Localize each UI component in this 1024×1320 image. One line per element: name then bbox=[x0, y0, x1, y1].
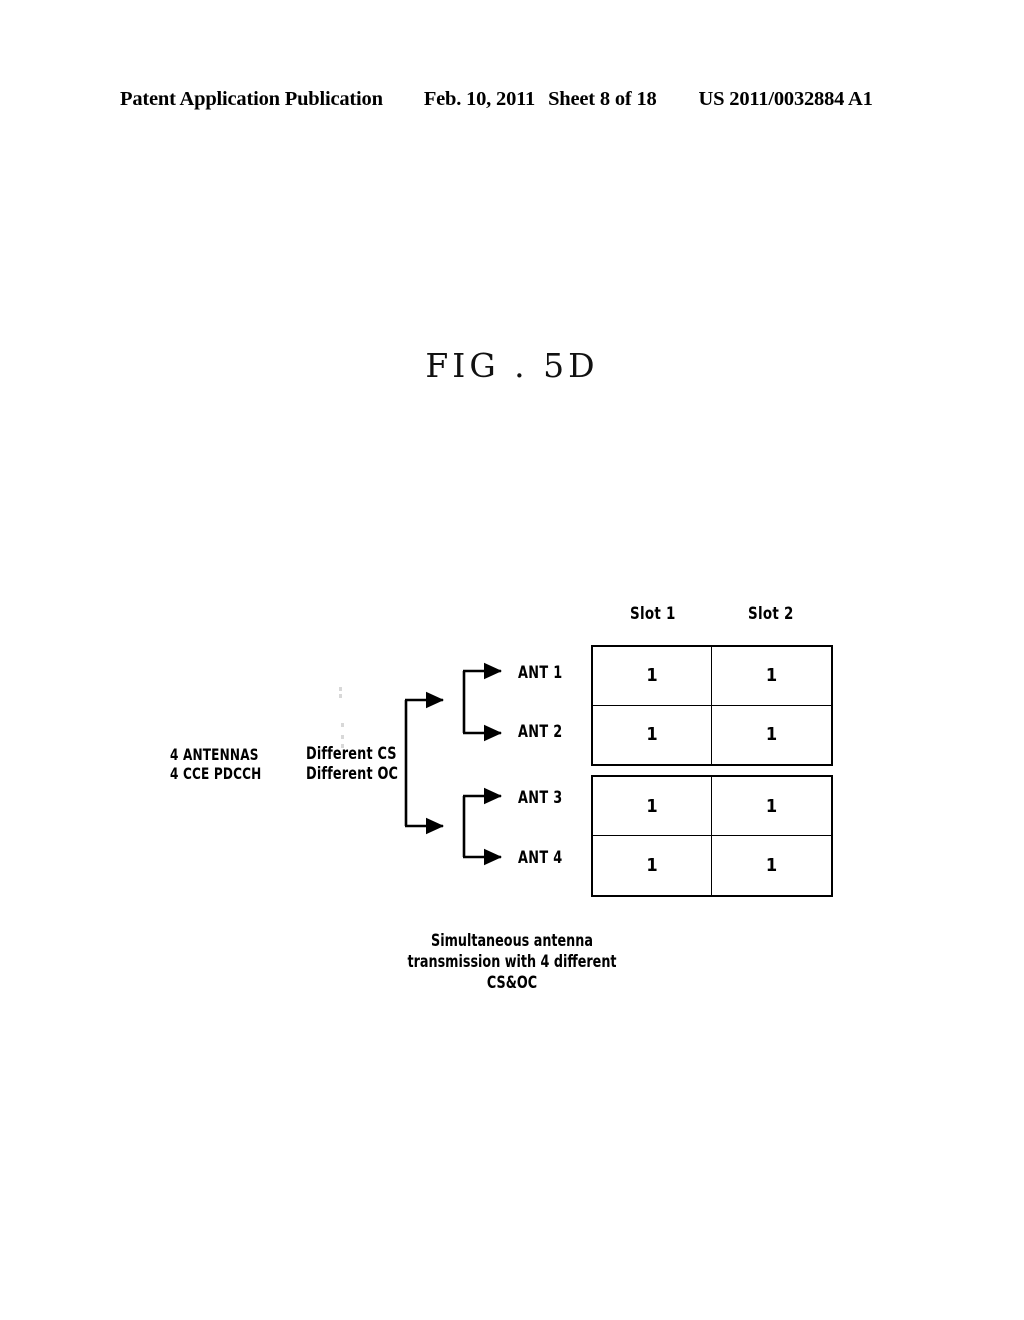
branch-label-line-1: Different CS bbox=[306, 744, 397, 764]
slot-cell: 1 bbox=[593, 705, 712, 764]
connector-arrows bbox=[404, 662, 503, 866]
scan-artifact-dot bbox=[339, 687, 342, 691]
column-header-slot-1: Slot 1 bbox=[630, 604, 676, 624]
figure-caption-line-1: Simultaneous antenna bbox=[431, 931, 593, 950]
antenna-label-ant-1: ANT 1 bbox=[518, 663, 563, 683]
slot-cell: 1 bbox=[593, 836, 712, 895]
slot-cell: 1 bbox=[593, 777, 712, 836]
slot-cell: 1 bbox=[765, 855, 778, 876]
scan-artifact-dot bbox=[341, 723, 344, 727]
slot-cell: 1 bbox=[712, 647, 831, 706]
slot-cell: 1 bbox=[712, 777, 831, 836]
figure-caption-line-2: transmission with 4 different bbox=[407, 952, 617, 972]
source-label-line-2: 4 CCE PDCCH bbox=[170, 763, 262, 783]
slot-grid-lower: 1 1 1 1 bbox=[591, 775, 833, 897]
antenna-label-ant-3: ANT 3 bbox=[518, 788, 563, 808]
figure-caption: Simultaneous antenna transmission with 4… bbox=[407, 930, 616, 993]
scan-artifact-dot bbox=[341, 735, 344, 739]
antenna-label-ant-2: ANT 2 bbox=[518, 722, 563, 742]
figure-caption-line-3: CS&OC bbox=[486, 973, 538, 993]
source-label-line-1: 4 ANTENNAS bbox=[170, 745, 259, 764]
scan-artifact-dot bbox=[339, 694, 342, 698]
slot-grid-upper: 1 1 1 1 bbox=[591, 645, 833, 766]
branch-label-cs-oc: Different CS Different OC bbox=[306, 744, 398, 784]
slot-cell: 1 bbox=[765, 724, 778, 746]
antenna-label-ant-4: ANT 4 bbox=[518, 848, 563, 868]
figure-5d-diagram: 4 ANTENNAS 4 CCE PDCCH Different CS Diff… bbox=[0, 0, 1024, 1320]
branch-label-line-2: Different OC bbox=[306, 764, 399, 785]
source-label: 4 ANTENNAS 4 CCE PDCCH bbox=[170, 745, 262, 784]
slot-cell: 1 bbox=[593, 647, 712, 706]
column-header-slot-2: Slot 2 bbox=[748, 604, 794, 624]
